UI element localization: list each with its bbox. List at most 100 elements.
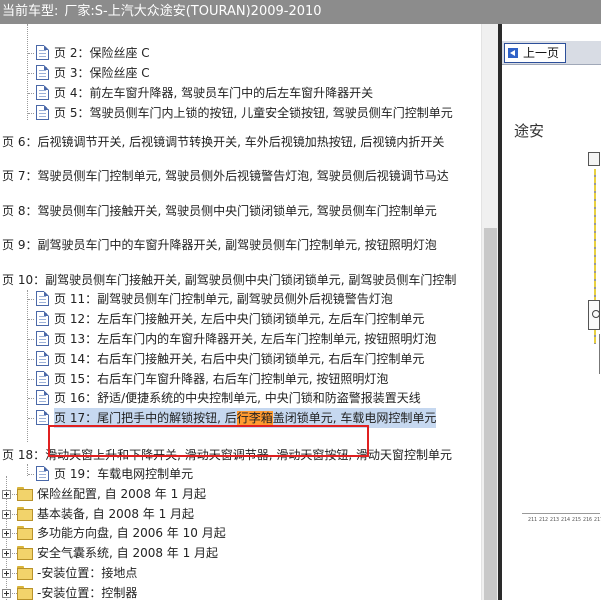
search-highlight: 行李箱: [236, 411, 273, 425]
tree-vertical-scrollbar[interactable]: [481, 24, 498, 600]
document-icon-line: [39, 93, 46, 94]
tree-item-page[interactable]: 页 5：驾驶员侧车门内上锁的按钮, 儿童安全锁按钮, 驾驶员侧车门控制单元: [54, 103, 453, 123]
tree-guide-horizontal: [28, 319, 34, 320]
document-icon-fold: [44, 351, 49, 356]
expand-icon[interactable]: [2, 589, 11, 598]
document-icon: [36, 371, 49, 386]
tree-item-page[interactable]: 页 14：右后车门接触开关, 右后中央门锁闭锁单元, 右后车门控制单元: [54, 349, 424, 369]
diagram-axis: [522, 513, 600, 514]
document-icon: [36, 351, 49, 366]
arrow-left-icon: [508, 48, 518, 58]
axis-label: 213: [550, 517, 560, 523]
tree-item-page[interactable]: 页 15：右后车门车窗升降器, 右后车门控制单元, 按钮照明灯泡: [54, 369, 388, 389]
document-icon: [36, 311, 49, 326]
document-icon-line: [39, 319, 46, 320]
document-icon-line: [39, 415, 46, 416]
prev-page-button[interactable]: 上一页: [504, 43, 567, 63]
axis-label: 217: [594, 517, 601, 523]
document-icon-line: [39, 53, 46, 54]
tree-item-page-selected[interactable]: 页 17：尾门把手中的解锁按钮, 后行李箱盖闭锁单元, 车载电网控制单元: [54, 408, 437, 428]
document-icon-fold: [44, 466, 49, 471]
document-icon: [36, 105, 49, 120]
scrollbar-thumb[interactable]: [484, 228, 497, 600]
tree-item-folder[interactable]: -安装位置：控制器: [37, 583, 137, 600]
tree-item-label: 页 13：左后车门内的车窗升降器开关, 左后车门控制单元, 按钮照明灯泡: [54, 332, 437, 346]
folder-icon-body: [17, 509, 33, 521]
tree-item-page[interactable]: 页 4：前左车窗升降器, 驾驶员车门中的后左车窗升降器开关: [54, 83, 373, 103]
tree-item-page[interactable]: 页 13：左后车门内的车窗升降器开关, 左后车门控制单元, 按钮照明灯泡: [54, 329, 436, 349]
tree-item-page[interactable]: 页 11：副驾驶员侧车门控制单元, 副驾驶员侧外后视镜警告灯泡: [54, 289, 393, 309]
vehicle-label: 当前车型:: [2, 4, 59, 19]
expand-icon[interactable]: [2, 490, 11, 499]
tree-item-page-group[interactable]: 页 10：副驾驶员侧车门接触开关, 副驾驶员侧中央门锁闭锁单元, 副驾驶员侧车门…: [2, 270, 456, 290]
document-icon-body: [36, 371, 49, 386]
document-icon-body: [36, 390, 49, 405]
folder-icon: [17, 526, 33, 540]
tree-item-folder[interactable]: -安装位置：接地点: [37, 563, 137, 583]
tree-item-folder[interactable]: 多功能方向盘, 自 2006 年 10 月起: [37, 523, 226, 543]
tree-item-label: 页 8：驾驶员侧车门接触开关, 驾驶员侧中央门锁闭锁单元, 驾驶员侧车门控制单元: [2, 204, 437, 218]
tree-item-page-group[interactable]: 页 6：后视镜调节开关, 后视镜调节转换开关, 车外后视镜加热按钮, 后视镜内折…: [2, 132, 444, 152]
document-icon-line: [39, 90, 46, 91]
tree-item-page[interactable]: 页 16：舒适/便捷系统的中央控制单元, 中央门锁和防盗警报装置天线: [54, 388, 421, 408]
folder-icon-body: [17, 568, 33, 580]
document-tree[interactable]: 页 2：保险丝座 C 页 3：保险丝座 C 页 4：前左车窗升降器, 驾驶员车门中的…: [0, 24, 481, 600]
document-icon-line: [39, 113, 46, 114]
document-icon-line: [39, 356, 46, 357]
tree-item-page[interactable]: 页 3：保险丝座 C: [54, 63, 150, 83]
axis-label: 216: [583, 517, 593, 523]
document-icon-line: [39, 395, 46, 396]
tree-item-page[interactable]: 页 19：车载电网控制单元: [54, 464, 193, 484]
document-icon-line: [39, 336, 46, 337]
document-icon-line: [39, 96, 46, 97]
tree-item-label: 页 9：副驾驶员车门中的车窗升降器开关, 副驾驶员侧车门控制单元, 按钮照明灯泡: [2, 238, 437, 252]
expand-icon[interactable]: [2, 510, 11, 519]
document-icon-body: [36, 331, 49, 346]
tree-item-label: -安装位置：控制器: [37, 586, 138, 600]
document-icon: [36, 390, 49, 405]
tree-item-label: 多功能方向盘, 自 2006 年 10 月起: [37, 526, 226, 540]
tree-item-label: 页 4：前左车窗升降器, 驾驶员车门中的后左车窗升降器开关: [54, 86, 374, 100]
tree-item-page-group[interactable]: 页 8：驾驶员侧车门接触开关, 驾驶员侧中央门锁闭锁单元, 驾驶员侧车门控制单元: [2, 201, 437, 221]
tree-guide-horizontal: [28, 359, 34, 360]
tree-item-page[interactable]: 页 2：保险丝座 C: [54, 43, 150, 63]
tree-item-label: 页 16：舒适/便捷系统的中央控制单元, 中央门锁和防盗警报装置天线: [54, 391, 421, 405]
document-icon-line: [39, 376, 46, 377]
tree-item-label: -安装位置：接地点: [37, 566, 138, 580]
tree-item-folder[interactable]: 基本装备, 自 2008 年 1 月起: [37, 504, 194, 524]
folder-icon-body: [17, 548, 33, 560]
tree-item-label: 基本装备, 自 2008 年 1 月起: [37, 507, 195, 521]
tree-guide-horizontal: [28, 339, 34, 340]
expand-icon[interactable]: [2, 569, 11, 578]
tree-guide-horizontal: [28, 398, 34, 399]
document-icon: [36, 466, 49, 481]
document-icon: [36, 85, 49, 100]
axis-label: 214: [561, 517, 571, 523]
expand-icon[interactable]: [2, 549, 11, 558]
tree-item-page-group[interactable]: 页 18：滑动天窗上升和下降开关, 滑动天窗调节器, 滑动天窗按钮, 滑动天窗控…: [2, 445, 452, 465]
document-icon-line: [39, 296, 46, 297]
tree-item-page[interactable]: 页 12：左后车门接触开关, 左后中央门锁闭锁单元, 左后车门控制单元: [54, 309, 424, 329]
folder-icon-body: [17, 588, 33, 600]
tree-item-page-group[interactable]: 页 9：副驾驶员车门中的车窗升降器开关, 副驾驶员侧车门控制单元, 按钮照明灯泡: [2, 235, 437, 255]
document-icon-body: [36, 311, 49, 326]
tree-item-label: 页 3：保险丝座 C: [54, 66, 150, 80]
document-icon-line: [39, 359, 46, 360]
vehicle-title-bar: 当前车型: 厂家:S-上汽大众途安(TOURAN)2009-2010: [0, 0, 601, 24]
tree-item-page-group[interactable]: 页 7：驾驶员侧车门控制单元, 驾驶员侧外后视镜警告灯泡, 驾驶员侧后视镜调节马…: [2, 166, 449, 186]
tree-item-label: 页 15：右后车门车窗升降器, 右后车门控制单元, 按钮照明灯泡: [54, 372, 389, 386]
tree-guide-horizontal: [28, 474, 34, 475]
tree-guide-horizontal: [28, 418, 34, 419]
label-prefix: 页 17：尾门把手中的解锁按钮, 后: [54, 411, 237, 425]
document-icon-line: [39, 398, 46, 399]
document-icon-line: [39, 302, 46, 303]
document-icon-body: [36, 45, 49, 60]
diagram-viewer: 上一页 途安 211212213214215216217: [502, 24, 601, 600]
folder-icon: [17, 487, 33, 501]
document-icon: [36, 45, 49, 60]
expand-icon[interactable]: [2, 529, 11, 538]
tree-guide-horizontal: [28, 53, 34, 54]
document-icon-body: [36, 65, 49, 80]
tree-item-folder[interactable]: 保险丝配置, 自 2008 年 1 月起: [37, 484, 206, 504]
tree-item-folder[interactable]: 安全气囊系统, 自 2008 年 1 月起: [37, 543, 218, 563]
